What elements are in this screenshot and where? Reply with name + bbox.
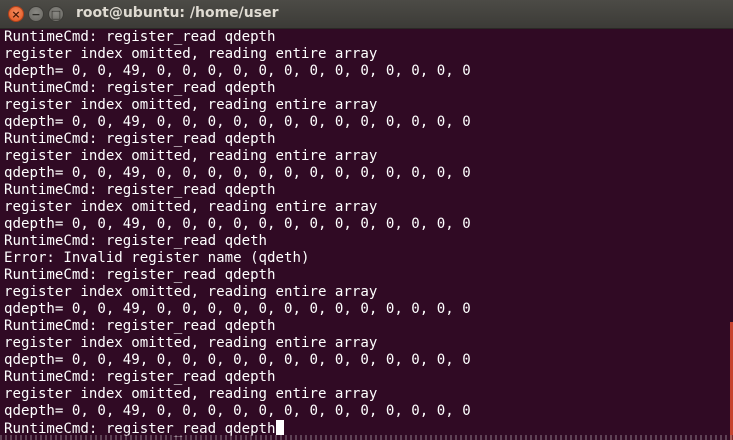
terminal-line: qdepth= 0, 0, 49, 0, 0, 0, 0, 0, 0, 0, 0…	[4, 352, 471, 368]
terminal-line: Error: Invalid register name (qdeth)	[4, 250, 310, 266]
terminal-line: register index omitted, reading entire a…	[4, 386, 378, 402]
terminal-line: qdepth= 0, 0, 49, 0, 0, 0, 0, 0, 0, 0, 0…	[4, 216, 471, 232]
maximize-icon[interactable]: □	[48, 6, 64, 22]
window-titlebar[interactable]: × − □ root@ubuntu: /home/user	[0, 0, 733, 29]
terminal-line: RuntimeCmd: register_read qdeth	[4, 233, 268, 249]
terminal-line: RuntimeCmd: register_read qdepth	[4, 267, 276, 283]
terminal-line: register index omitted, reading entire a…	[4, 148, 378, 164]
terminal-line: qdepth= 0, 0, 49, 0, 0, 0, 0, 0, 0, 0, 0…	[4, 63, 471, 79]
terminal-line: register index omitted, reading entire a…	[4, 46, 378, 62]
terminal-line: RuntimeCmd: register_read qdepth	[4, 131, 276, 147]
text-cursor	[275, 420, 284, 435]
terminal-output: RuntimeCmd: register_read qdepth register…	[4, 29, 471, 437]
terminal-line: register index omitted, reading entire a…	[4, 335, 378, 351]
terminal-line: qdepth= 0, 0, 49, 0, 0, 0, 0, 0, 0, 0, 0…	[4, 114, 471, 130]
residual-text-row	[0, 435, 733, 440]
terminal-line: qdepth= 0, 0, 49, 0, 0, 0, 0, 0, 0, 0, 0…	[4, 403, 471, 419]
terminal-line: register index omitted, reading entire a…	[4, 97, 378, 113]
window-title: root@ubuntu: /home/user	[76, 5, 279, 21]
minimize-icon[interactable]: −	[28, 6, 44, 22]
terminal-line: qdepth= 0, 0, 49, 0, 0, 0, 0, 0, 0, 0, 0…	[4, 165, 471, 181]
terminal-window: × − □ root@ubuntu: /home/user RuntimeCmd…	[0, 0, 733, 440]
terminal-line: RuntimeCmd: register_read qdepth	[4, 80, 276, 96]
terminal-line: register index omitted, reading entire a…	[4, 199, 378, 215]
terminal-line: RuntimeCmd: register_read qdepth	[4, 29, 276, 45]
close-icon[interactable]: ×	[8, 6, 24, 22]
terminal-line: RuntimeCmd: register_read qdepth	[4, 318, 276, 334]
terminal-line: register index omitted, reading entire a…	[4, 284, 378, 300]
terminal-line: RuntimeCmd: register_read qdepth	[4, 369, 276, 385]
terminal-line: qdepth= 0, 0, 49, 0, 0, 0, 0, 0, 0, 0, 0…	[4, 301, 471, 317]
terminal-area[interactable]: RuntimeCmd: register_read qdepth register…	[0, 29, 733, 440]
terminal-line: RuntimeCmd: register_read qdepth	[4, 182, 276, 198]
